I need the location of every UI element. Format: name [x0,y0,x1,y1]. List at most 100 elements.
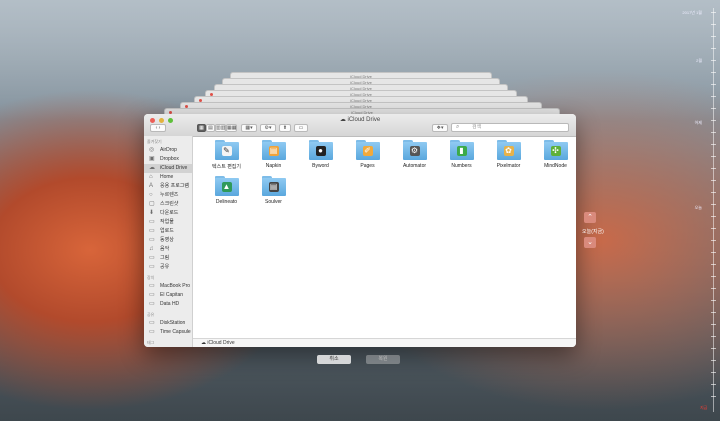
sidebar-item-label: 작업물 [160,219,174,225]
sidebar-item[interactable]: A 응용 프로그램 [144,182,192,191]
view-coverflow-button[interactable]: ▦▦ [226,124,237,132]
folder-label: Numbers [451,163,472,169]
sidebar-item-label: 스크린샷 [160,201,179,207]
server-icon: ▭ [149,320,155,326]
sidebar-item[interactable]: ▭ DiskStation [144,319,192,328]
sidebar-item[interactable]: ▭ 공유 [144,263,192,272]
sidebar-item-label: 다운로드 [160,210,179,216]
delineato-icon: ▲ [221,182,232,192]
folder-label: Soulver [265,199,282,205]
byword-icon: ● [315,146,326,156]
cancel-button[interactable]: 취소 [317,355,351,364]
folder-label: Pixelmator [496,163,521,169]
sidebar-item-label: 그림 [160,255,170,261]
sidebar-item-label: 응용 프로그램 [160,183,189,189]
folder-item[interactable]: ● Byword [297,140,344,170]
sidebar-item[interactable]: ▭ 작업물 [144,218,192,227]
folder-label: Byword [312,163,329,169]
music-icon: ♫ [149,246,154,252]
sidebar-item-label: Time Capsule [160,329,191,335]
sidebar-item-label: Home [160,174,174,180]
sidebar-item-label: 업로드 [160,228,174,234]
folder-item[interactable]: ✣ MindNode [532,140,576,170]
path-bar[interactable]: ☁ iCloud Drive [193,338,576,347]
sidebar-item[interactable]: ▭ 업로드 [144,227,192,236]
sidebar-item-label: Dropbox [160,156,179,162]
mindnode-icon: ✣ [550,146,561,156]
sidebar-item[interactable]: ▭ Time Capsule [144,328,192,337]
folder-label: 텍스트 편집기 [212,164,241,170]
sidebar-item[interactable]: ▭ MacBook Pro [144,282,192,291]
sidebar-item-label: 공유 [160,264,170,270]
sidebar-item[interactable]: ▢ 스크린샷 [144,200,192,209]
folder-item[interactable]: ▤ Soulver [250,176,297,205]
folder-item[interactable]: ✿ Pixelmator [485,140,532,170]
sidebar-item-label: 누르렌즈 [160,192,179,198]
sidebar-item-label: DiskStation [160,320,186,326]
automator-icon: ⚙ [409,146,420,156]
forward-in-time-button[interactable]: ⌄ [584,237,596,248]
cloud-icon: ☁ [201,340,206,346]
sidebar-header-shared: 공유 [147,312,155,317]
pages-icon: ✐ [362,146,373,156]
folder-item[interactable]: ▮ Numbers [438,140,485,170]
folder-icon: ▭ [149,219,155,225]
folder-icon: ▭ [149,228,155,234]
folder-item[interactable]: ▲ Delineato [203,176,250,205]
share-button[interactable]: ⬆ [279,124,291,132]
folder-item[interactable]: ✎ 텍스트 편집기 [203,140,250,170]
sidebar-item-label: 동영상 [160,237,174,243]
view-column-button[interactable]: ▥▥ [215,124,226,132]
timeline[interactable] [707,8,720,412]
folder-label: Automator [402,163,427,169]
sidebar-item[interactable]: ⬇ 다운로드 [144,209,192,218]
search-input[interactable]: ⌕ 검색 [451,123,569,132]
view-list-button[interactable]: ▤ [206,124,215,132]
timeline-label: 2월 [696,58,702,63]
folder-icon: ✣ [543,140,568,160]
folder-icon: ▲ [214,176,239,196]
back-forward-button[interactable]: ‹ › [150,124,166,132]
sidebar-item[interactable]: ▭ 동영상 [144,236,192,245]
sidebar-item[interactable]: ◎ AirDrop [144,146,192,155]
folder-label: Napkin [265,163,282,169]
dropbox-icon: ▣ [149,156,155,162]
sidebar-header-tags: 태그 [147,340,155,345]
sidebar-item-label: 음악 [160,246,170,252]
sidebar-item[interactable]: ☁ iCloud Drive [144,164,192,173]
folder-label: MindNode [544,163,567,169]
restore-button[interactable]: 복원 [366,355,400,364]
screenshot-icon: ▢ [149,201,155,207]
sidebar-item[interactable]: ▭ El Capitan [144,291,192,300]
sidebar-item-label: AirDrop [160,147,177,153]
tag-button[interactable]: ▭ [294,124,308,132]
sidebar-item-label: MacBook Pro [160,283,191,289]
arrange-button[interactable]: ▦▾ [241,124,257,132]
action-button[interactable]: ⚙▾ [260,124,276,132]
sidebar-item[interactable]: ♫ 음악 [144,245,192,254]
sidebar-item[interactable]: ▭ Data HD [144,300,192,309]
sidebar-item[interactable]: ▣ Dropbox [144,155,192,164]
folder-item[interactable]: ✐ Pages [344,140,391,170]
sidebar-item[interactable]: ○ 누르렌즈 [144,191,192,200]
sidebar-item[interactable]: ⌂ Home [144,173,192,182]
file-area[interactable]: ✎ 텍스트 편집기 ▤ Napkin ● Byword ✐ Pages ⚙ Automator ▮ N… [193,136,576,339]
sidebar-item[interactable]: ▭ 그림 [144,254,192,263]
timeline-label: 2017년 1월 [682,10,702,15]
folder-item[interactable]: ▤ Napkin [250,140,297,170]
laptop-icon: ▭ [149,283,155,289]
dropbox-menu-button[interactable]: ❖▾ [432,124,448,132]
view-icon-button[interactable]: ▦ [197,124,206,132]
current-time-label: 오늘(지금) [582,229,604,235]
folder-icon: ✿ [496,140,521,160]
folder-item[interactable]: ⚙ Automator [391,140,438,170]
sidebar-header-devices: 장치 [147,275,155,280]
numbers-icon: ▮ [456,146,467,156]
cloud-icon: ☁ [339,117,346,123]
finder-window: ☁ iCloud Drive ‹ › ▦ ▤ ▥▥ ▦▦ ▦▾ ⚙▾ ⬆ ▭ ❖… [144,114,576,347]
back-in-time-button[interactable]: ⌃ [584,212,596,223]
shared-folder-icon: ▭ [149,264,155,270]
napkin-icon: ▤ [268,146,279,156]
airdrop-icon: ◎ [149,147,155,153]
pixelmator-icon: ✿ [503,146,514,156]
